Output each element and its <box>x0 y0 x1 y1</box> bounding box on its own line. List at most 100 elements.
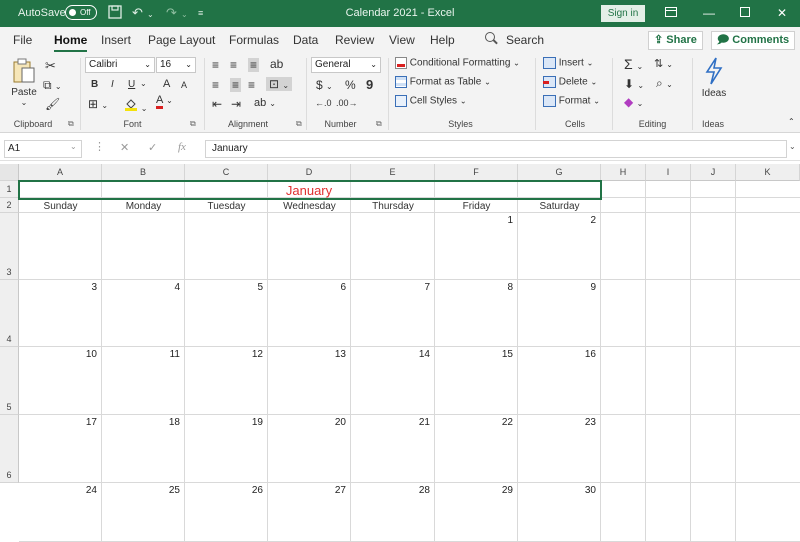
copy-icon[interactable]: ⧉ ⌄ <box>43 78 62 93</box>
search-icon[interactable] <box>485 32 495 42</box>
row-header-4[interactable]: 4 <box>0 280 19 347</box>
day-cell[interactable]: 24 <box>19 485 97 496</box>
day-cell[interactable]: 28 <box>351 485 430 496</box>
tab-file[interactable]: File <box>13 33 32 47</box>
redo-icon[interactable]: ↷ <box>166 5 177 21</box>
day-cell[interactable]: 22 <box>435 417 513 428</box>
day-name-sunday[interactable]: Sunday <box>19 201 102 212</box>
bold-button[interactable]: B <box>91 79 98 90</box>
paste-dropdown-icon[interactable]: ⌄ <box>10 98 38 107</box>
minimize-icon[interactable]: — <box>697 4 721 22</box>
font-name-select[interactable]: Calibri ⌄ <box>85 57 155 73</box>
percent-button[interactable]: % <box>345 78 356 92</box>
day-cell[interactable]: 1 <box>435 215 513 226</box>
column-header-b[interactable]: B <box>102 164 185 181</box>
day-cell[interactable]: 16 <box>518 349 596 360</box>
clear-icon[interactable]: ◆ ⌄ <box>624 95 643 109</box>
day-cell[interactable]: 4 <box>102 282 180 293</box>
number-format-select[interactable]: General ⌄ <box>311 57 381 73</box>
day-name-monday[interactable]: Monday <box>102 201 185 212</box>
day-cell[interactable]: 11 <box>102 349 180 360</box>
day-cell[interactable]: 10 <box>19 349 97 360</box>
sort-filter-icon[interactable]: ⇅ ⌄ <box>654 57 673 70</box>
collapse-ribbon-icon[interactable]: ⌃ <box>788 117 795 126</box>
font-size-select[interactable]: 16 ⌄ <box>156 57 196 73</box>
column-header-f[interactable]: F <box>435 164 518 181</box>
autosum-icon[interactable]: Σ ⌄ <box>624 56 643 72</box>
day-cell[interactable]: 25 <box>102 485 180 496</box>
formula-input[interactable]: January <box>205 140 787 158</box>
column-header-a[interactable]: A <box>19 164 102 181</box>
autosave-toggle[interactable]: Off <box>65 5 97 20</box>
italic-button[interactable]: I <box>111 79 114 90</box>
format-cells-button[interactable]: Format ⌄ <box>543 95 600 107</box>
row-header-5[interactable]: 5 <box>0 347 19 415</box>
grow-font-button[interactable]: A <box>163 78 170 90</box>
day-cell[interactable]: 19 <box>185 417 263 428</box>
fill-color-icon[interactable]: ⌄ <box>124 97 147 114</box>
maximize-icon[interactable] <box>733 4 757 22</box>
font-launcher-icon[interactable]: ⧉ <box>190 119 196 129</box>
day-cell[interactable]: 23 <box>518 417 596 428</box>
column-header-k[interactable]: K <box>736 164 800 181</box>
day-cell[interactable]: 29 <box>435 485 513 496</box>
search-box[interactable]: Search <box>506 33 544 47</box>
delete-cells-button[interactable]: Delete ⌄ <box>543 76 597 88</box>
day-cell[interactable]: 12 <box>185 349 263 360</box>
sign-in-button[interactable]: Sign in <box>601 5 645 22</box>
cancel-icon[interactable]: ✕ <box>120 141 129 154</box>
day-name-saturday[interactable]: Saturday <box>518 201 601 212</box>
tab-home[interactable]: Home <box>54 33 88 52</box>
share-button[interactable]: ⇪ Share <box>648 31 703 50</box>
tab-data[interactable]: Data <box>293 33 318 47</box>
alignment-launcher-icon[interactable]: ⧉ <box>296 119 302 129</box>
underline-button[interactable]: U <box>128 79 135 90</box>
currency-button[interactable]: $ ⌄ <box>316 78 333 92</box>
format-painter-icon[interactable]: 🖌 <box>45 97 60 111</box>
day-cell[interactable]: 3 <box>19 282 97 293</box>
ribbon-display-icon[interactable] <box>659 4 683 22</box>
paste-button[interactable]: Paste ⌄ <box>10 58 38 107</box>
day-name-tuesday[interactable]: Tuesday <box>185 201 268 212</box>
day-cell[interactable]: 30 <box>518 485 596 496</box>
expand-formula-bar-icon[interactable]: ⌄ <box>789 142 796 151</box>
align-right-icon[interactable]: ≡ <box>248 78 255 92</box>
align-left-icon[interactable]: ≡ <box>212 78 219 92</box>
format-as-table-button[interactable]: Format as Table ⌄ <box>395 76 491 88</box>
comments-button[interactable]: 🗩 Comments <box>711 31 796 50</box>
day-cell[interactable]: 9 <box>518 282 596 293</box>
find-select-icon[interactable]: ⌕ ⌄ <box>656 76 673 91</box>
day-cell[interactable]: 8 <box>435 282 513 293</box>
column-header-d[interactable]: D <box>268 164 351 181</box>
save-icon[interactable] <box>108 5 122 22</box>
align-middle-icon[interactable]: ≡ <box>230 58 237 72</box>
tab-review[interactable]: Review <box>335 33 374 47</box>
select-all-corner[interactable] <box>0 164 19 181</box>
day-cell[interactable]: 2 <box>518 215 596 226</box>
undo-icon[interactable]: ↶ <box>132 5 143 21</box>
tab-formulas[interactable]: Formulas <box>229 33 279 47</box>
column-header-i[interactable]: I <box>646 164 691 181</box>
increase-indent-icon[interactable]: ⇥ <box>231 97 241 111</box>
align-top-icon[interactable]: ≡ <box>212 58 219 72</box>
align-bottom-icon[interactable]: ≡ <box>248 58 260 72</box>
wrap-orientation-icon[interactable]: ab ⌄ <box>254 97 276 109</box>
undo-dropdown-icon[interactable]: ⌄ <box>147 10 154 19</box>
cell-styles-button[interactable]: Cell Styles ⌄ <box>395 95 467 107</box>
day-cell[interactable]: 15 <box>435 349 513 360</box>
redo-dropdown-icon[interactable]: ⌄ <box>181 10 188 19</box>
increase-decimal-icon[interactable]: ←.0 <box>315 98 332 108</box>
day-cell[interactable]: 26 <box>185 485 263 496</box>
shrink-font-button[interactable]: A <box>181 80 187 90</box>
font-color-icon[interactable]: A ⌄ <box>156 95 173 109</box>
clipboard-launcher-icon[interactable]: ⧉ <box>68 119 74 129</box>
borders-icon[interactable]: ⊞ ⌄ <box>88 97 108 111</box>
decrease-indent-icon[interactable]: ⇤ <box>212 97 222 111</box>
conditional-formatting-button[interactable]: Conditional Formatting ⌄ <box>395 57 520 69</box>
insert-cells-button[interactable]: Insert ⌄ <box>543 57 593 69</box>
customize-qat-icon[interactable]: ≡ <box>198 8 203 18</box>
day-cell[interactable]: 6 <box>268 282 346 293</box>
column-header-h[interactable]: H <box>601 164 646 181</box>
row-header-1[interactable]: 1 <box>0 181 19 198</box>
day-cell[interactable]: 13 <box>268 349 346 360</box>
